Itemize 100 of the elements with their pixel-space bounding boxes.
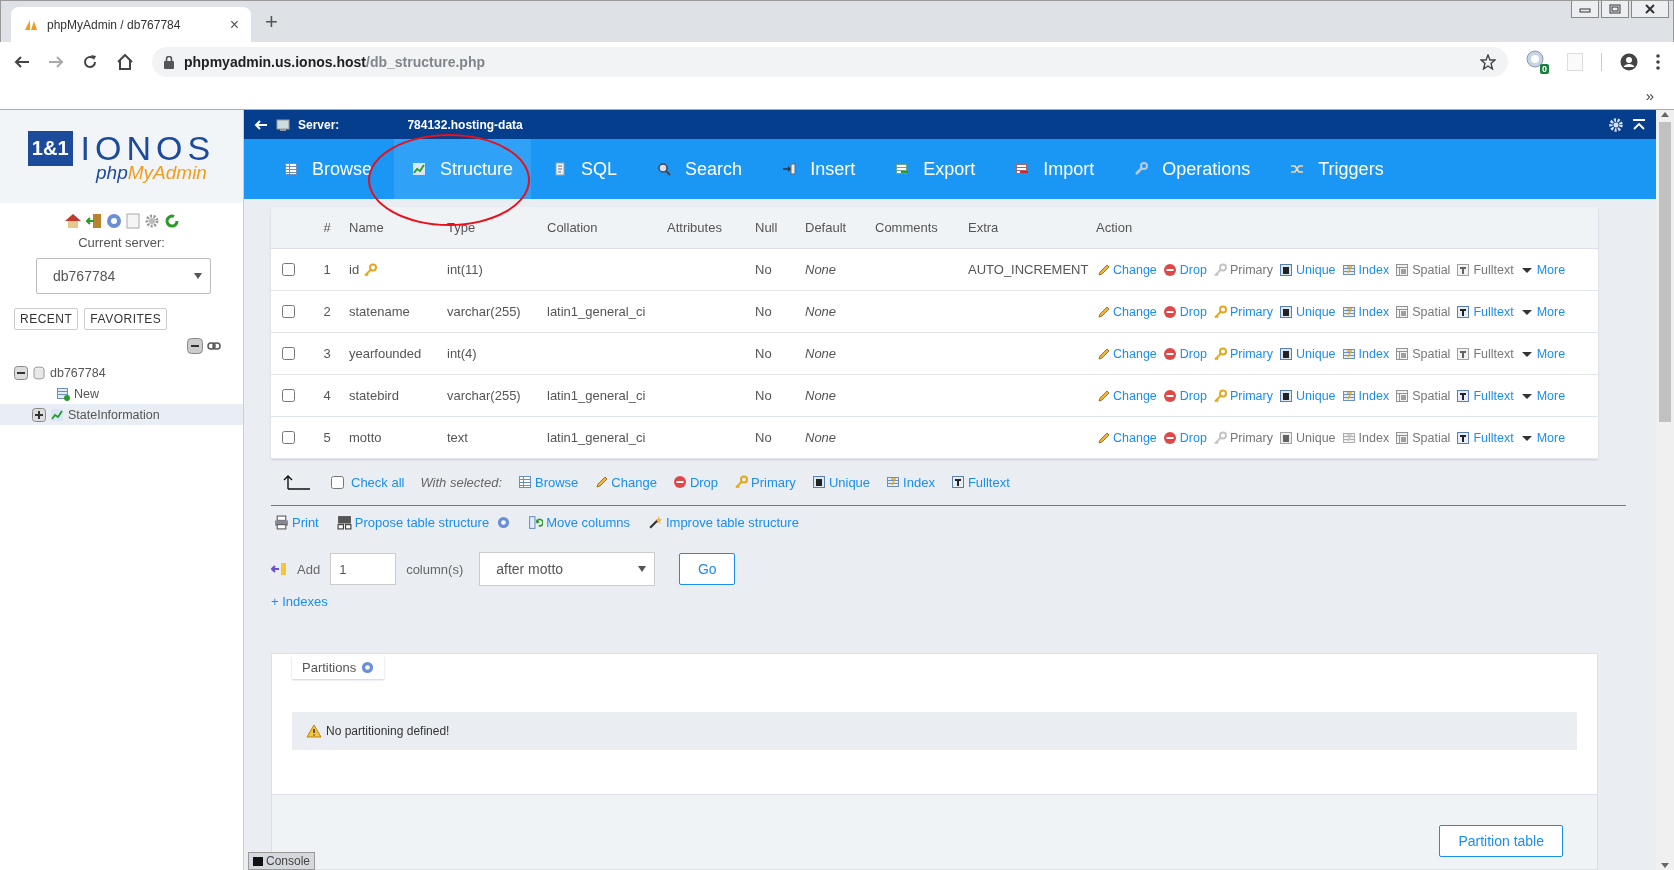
collapse-all-icon[interactable] — [187, 338, 203, 354]
grid-icon — [1395, 262, 1410, 277]
tree-item[interactable]: db767784 — [50, 365, 106, 380]
new-tab-button[interactable]: + — [265, 8, 278, 35]
star-icon[interactable] — [1480, 54, 1496, 70]
more-link[interactable]: More — [1519, 430, 1566, 445]
help-icon[interactable] — [105, 213, 122, 229]
forward-icon[interactable] — [48, 54, 64, 70]
action-link[interactable]: Fulltext — [1456, 388, 1514, 403]
action-link[interactable]: Drop — [1162, 262, 1207, 277]
action-link[interactable]: Change — [594, 474, 657, 490]
row-checkbox[interactable] — [282, 431, 295, 444]
home-icon[interactable] — [116, 54, 134, 70]
tool-link[interactable]: Improve table structure — [647, 514, 799, 530]
scrollbar-thumb[interactable] — [1659, 122, 1671, 422]
action-link[interactable]: Change — [1096, 430, 1157, 445]
action-link[interactable]: Drop — [1162, 346, 1207, 361]
menu-tab[interactable]: Browse — [266, 139, 391, 199]
scroll-down-icon[interactable] — [1660, 862, 1670, 870]
server-name[interactable]: 784132.hosting-data — [407, 117, 523, 132]
action-link[interactable]: Change — [1096, 262, 1157, 277]
menu-tab[interactable]: Search — [639, 139, 761, 199]
close-button[interactable] — [1631, 1, 1669, 18]
action-link[interactable]: Index — [1341, 346, 1390, 361]
sidebar-button[interactable]: RECENT — [14, 308, 79, 330]
action-link[interactable]: Index — [1341, 262, 1390, 277]
row-checkbox[interactable] — [282, 263, 295, 276]
action-link[interactable]: Unique — [1278, 388, 1336, 403]
position-select[interactable]: after motto — [479, 552, 656, 586]
action-link[interactable]: Index — [886, 474, 935, 490]
menu-tab[interactable]: SQL — [535, 139, 636, 199]
address-bar[interactable]: phpmyadmin.us.ionos.host/db_structure.php — [152, 47, 1508, 77]
browser-tab[interactable]: phpMyAdmin / db767784 × — [11, 7, 251, 42]
profile-icon[interactable] — [1620, 53, 1638, 71]
check-all-checkbox[interactable] — [331, 475, 344, 489]
menu-icon[interactable] — [1656, 54, 1660, 70]
tool-link[interactable]: Print — [274, 514, 319, 530]
action-link[interactable]: Drop — [1162, 304, 1207, 319]
menu-tab[interactable]: Insert — [764, 139, 874, 199]
action-link[interactable]: Change — [1096, 388, 1157, 403]
action-link[interactable]: Fulltext — [1456, 430, 1514, 445]
sidebar-button[interactable]: FAVORITES — [84, 308, 168, 330]
help-icon[interactable] — [497, 515, 511, 529]
scroll-up-icon[interactable] — [1660, 110, 1670, 118]
exit-door-icon[interactable] — [85, 213, 102, 229]
action-link[interactable]: Unique — [1278, 346, 1336, 361]
maximize-button[interactable] — [1601, 1, 1629, 18]
action-link[interactable]: Change — [1096, 346, 1157, 361]
menu-tab[interactable]: Triggers — [1272, 139, 1402, 199]
console-tab[interactable]: Console — [248, 852, 316, 870]
home-icon[interactable] — [63, 213, 82, 229]
minimize-button[interactable] — [1571, 1, 1599, 18]
column-header: Name — [343, 207, 441, 249]
expand-icon[interactable] — [32, 407, 46, 422]
action-link[interactable]: Primary — [1212, 346, 1273, 361]
action-link[interactable]: Drop — [1162, 388, 1207, 403]
menu-tab[interactable]: Operations — [1116, 139, 1269, 199]
collapse-icon[interactable] — [14, 365, 28, 380]
menu-tab[interactable]: Structure — [394, 139, 532, 199]
action-link[interactable]: Primary — [1212, 388, 1273, 403]
back-icon[interactable] — [14, 54, 30, 70]
help-icon[interactable] — [361, 661, 375, 674]
more-link[interactable]: More — [1519, 388, 1566, 403]
action-link[interactable]: Browse — [518, 474, 579, 490]
action-link[interactable]: Index — [1341, 304, 1390, 319]
column-count-field[interactable]: 1 — [330, 553, 397, 585]
action-link[interactable]: Drop — [672, 474, 719, 490]
back-arrow-icon[interactable] — [254, 118, 268, 131]
row-checkbox[interactable] — [282, 305, 295, 318]
indexes-link[interactable]: + Indexes — [271, 594, 1598, 609]
action-link[interactable]: Primary — [734, 474, 796, 490]
server-select[interactable]: db767784 — [36, 258, 211, 294]
action-link[interactable]: Primary — [1212, 304, 1273, 319]
settings-icon[interactable] — [1608, 116, 1624, 133]
row-checkbox[interactable] — [282, 347, 295, 360]
more-link[interactable]: More — [1519, 262, 1566, 277]
reload-icon[interactable] — [82, 54, 98, 70]
check-all-label[interactable]: Check all — [351, 474, 405, 490]
action-link[interactable]: Index — [1341, 388, 1390, 403]
menu-tab[interactable]: Export — [877, 139, 994, 199]
tool-link[interactable]: Propose table structure — [336, 514, 490, 530]
row-checkbox[interactable] — [282, 389, 295, 402]
action-link[interactable]: Unique — [1278, 262, 1336, 277]
tree-item[interactable]: New — [74, 386, 99, 401]
action-link[interactable]: Drop — [1162, 430, 1207, 445]
action-link[interactable]: Fulltext — [1456, 304, 1514, 319]
key-icon — [1212, 388, 1227, 403]
menu-tab[interactable]: Import — [997, 139, 1113, 199]
bookmarks-overflow-button[interactable]: » — [1645, 87, 1654, 104]
action-link[interactable]: Change — [1096, 304, 1157, 319]
lock-icon — [164, 55, 174, 69]
more-link[interactable]: More — [1519, 346, 1566, 361]
go-button[interactable]: Go — [679, 553, 736, 585]
action-link[interactable]: Unique — [811, 474, 871, 490]
action-link[interactable]: Unique — [1278, 304, 1336, 319]
partition-table-button[interactable]: Partition table — [1439, 825, 1563, 857]
action-link[interactable]: Fulltext — [950, 474, 1010, 490]
tool-link[interactable]: Move columns — [528, 514, 630, 530]
tab-close-button[interactable]: × — [229, 15, 239, 34]
more-link[interactable]: More — [1519, 304, 1566, 319]
